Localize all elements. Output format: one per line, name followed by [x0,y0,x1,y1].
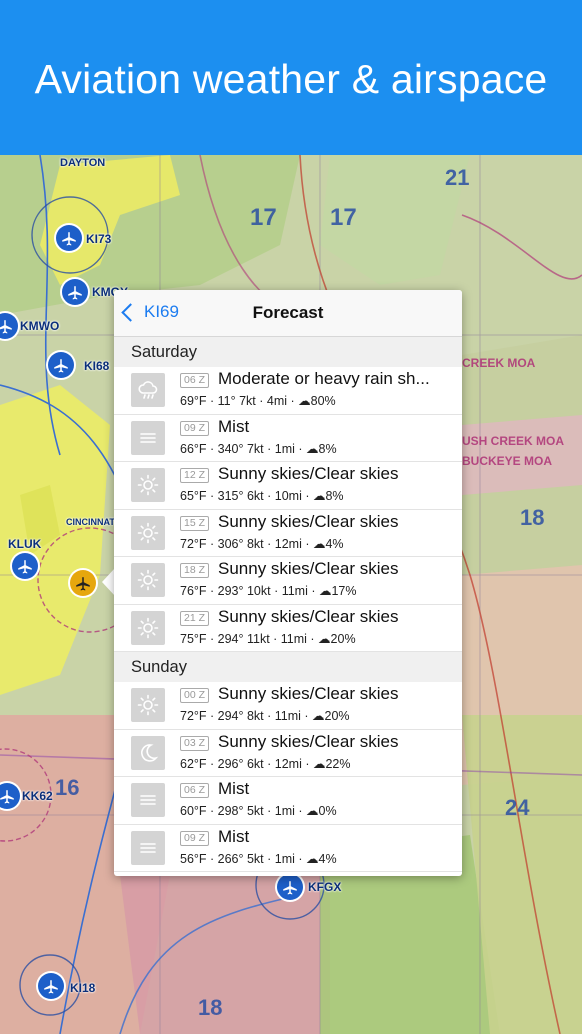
airplane-icon [0,320,12,334]
airport-marker-kmgy[interactable] [62,279,88,305]
svg-text:CREEK MOA: CREEK MOA [462,356,536,370]
forecast-condition: Mist [218,416,250,436]
airplane-icon [44,980,58,994]
forecast-details: 62°F · 296° 6kt · 12mi · ☁22% [180,756,351,771]
forecast-condition: Mist [218,779,250,798]
airport-label-kluk: KLUK [8,537,42,551]
mist-icon [131,830,165,865]
forecast-time: 00 Z [180,688,210,703]
airplane-icon [18,560,32,574]
airport-marker-ki18[interactable] [38,973,64,999]
forecast-row[interactable]: 09 Z Mist 56°F · 266° 5kt · 1mi · ☁4% [114,825,462,872]
forecast-condition: Sunny skies/Clear skies [218,511,399,531]
sun-icon [131,563,165,597]
forecast-condition: Sunny skies/Clear skies [218,874,398,876]
forecast-details: 65°F · 315° 6kt · 10mi · ☁8% [180,489,344,503]
svg-text:21: 21 [445,165,469,190]
airport-label-kfgx: KFGX [308,880,342,894]
forecast-time: 21 Z [180,610,210,626]
forecast-time: 12 Z [180,468,210,483]
forecast-details: 66°F · 340° 7kt · 1mi · ☁8% [180,441,337,456]
forecast-time: 18 Z [180,563,210,578]
airport-label-kk62: KK62 [22,789,53,803]
forecast-row[interactable]: 03 Z Sunny skies/Clear skies 62°F · 296° 6… [114,730,462,777]
forecast-row[interactable]: 12 ZSunny skies/Clear skies [114,872,462,876]
svg-text:24: 24 [505,795,530,820]
forecast-row[interactable]: 15 Z Sunny skies/Clear skies 72°F · 306° 8… [114,510,462,557]
airport-marker-ki73[interactable] [56,225,82,251]
svg-text:USH CREEK MOA: USH CREEK MOA [462,434,564,448]
airport-marker-kluk[interactable] [12,553,38,579]
forecast-time: 06 Z [180,783,210,798]
forecast-row[interactable]: 09 Z Mist 66°F · 340° 7kt · 1mi · ☁8% [114,415,462,462]
sun-icon [131,610,165,645]
airplane-icon [68,286,82,300]
map-label-dayton: DAYTON [60,157,106,169]
airplane-icon [54,359,68,373]
forecast-row[interactable]: 06 Z Mist 60°F · 298° 5kt · 1mi · ☁0% [114,777,462,825]
forecast-list[interactable]: Saturday 06 Z Moderate or heavy rain sh...… [114,337,462,876]
banner-title: Aviation weather & airspace [34,56,548,102]
mist-icon [131,783,165,817]
forecast-details: 75°F · 294° 11kt · 11mi · ☁20% [180,631,356,646]
sun-icon [131,515,165,550]
airport-marker-ki69-selected[interactable] [70,570,96,596]
section-header-saturday: Saturday [114,337,462,367]
forecast-details: 56°F · 266° 5kt · 1mi · ☁4% [180,851,337,866]
moon-icon [131,735,165,770]
sun-icon [131,468,165,502]
forecast-row[interactable]: 21 Z Sunny skies/Clear skies 75°F · 294° 1… [114,605,462,652]
airplane-icon [76,577,90,591]
airport-label-ki18: KI18 [70,981,96,995]
sun-icon [131,688,165,722]
forecast-time: 09 Z [180,420,210,436]
forecast-condition: Sunny skies/Clear skies [218,731,399,751]
airport-marker-kfgx[interactable] [277,874,303,900]
forecast-time: 09 Z [180,830,210,846]
forecast-popover: KI69 Forecast Saturday 06 Z Moderate or he… [114,290,462,876]
svg-text:18: 18 [198,995,222,1020]
forecast-condition: Mist [218,826,250,846]
map-label-cincinnati: CINCINNATI [66,517,118,527]
forecast-details: 76°F · 293° 10kt · 11mi · ☁17% [180,584,357,598]
airport-label-ki73: KI73 [86,232,112,246]
forecast-condition: Sunny skies/Clear skies [218,606,399,626]
forecast-row[interactable]: 06 Z Moderate or heavy rain sh... 69°F · 1… [114,367,462,415]
section-header-sunday: Sunday [114,652,462,682]
forecast-details: 72°F · 294° 8kt · 11mi · ☁20% [180,709,350,723]
svg-text:17: 17 [250,204,277,231]
popover-title: Forecast [252,303,324,322]
svg-text:BUCKEYE MOA: BUCKEYE MOA [462,454,552,468]
forecast-condition: Moderate or heavy rain sh... [218,369,430,388]
forecast-condition: Sunny skies/Clear skies [218,559,399,578]
forecast-details: 69°F · 11° 7kt · 4mi · ☁80% [180,394,336,408]
airplane-icon [62,232,76,246]
forecast-details: 72°F · 306° 8kt · 12mi · ☁4% [180,536,344,551]
svg-text:17: 17 [330,204,357,231]
mist-icon [131,420,165,455]
airport-label-ki68: KI68 [84,359,110,373]
airplane-icon [283,881,297,895]
forecast-time: 06 Z [180,373,210,388]
svg-text:18: 18 [520,505,544,530]
popover-header: KI69 Forecast [114,290,462,337]
forecast-time: 15 Z [180,515,210,531]
airplane-icon [0,790,14,804]
forecast-row[interactable]: 12 Z Sunny skies/Clear skies 65°F · 315° 6… [114,462,462,510]
airport-marker-ki68[interactable] [48,352,74,378]
forecast-condition: Sunny skies/Clear skies [218,464,399,483]
airport-label-kmwo: KMWO [20,319,60,333]
forecast-row[interactable]: 00 Z Sunny skies/Clear skies 72°F · 294° 8… [114,682,462,730]
svg-text:16: 16 [55,775,79,800]
forecast-row[interactable]: 18 Z Sunny skies/Clear skies 76°F · 293° 1… [114,557,462,605]
forecast-details: 60°F · 298° 5kt · 1mi · ☁0% [180,804,337,818]
rain-cloud-icon [131,373,165,407]
promo-banner: Aviation weather & airspace [0,0,582,155]
forecast-time: 03 Z [180,735,210,751]
forecast-condition: Sunny skies/Clear skies [218,684,399,703]
